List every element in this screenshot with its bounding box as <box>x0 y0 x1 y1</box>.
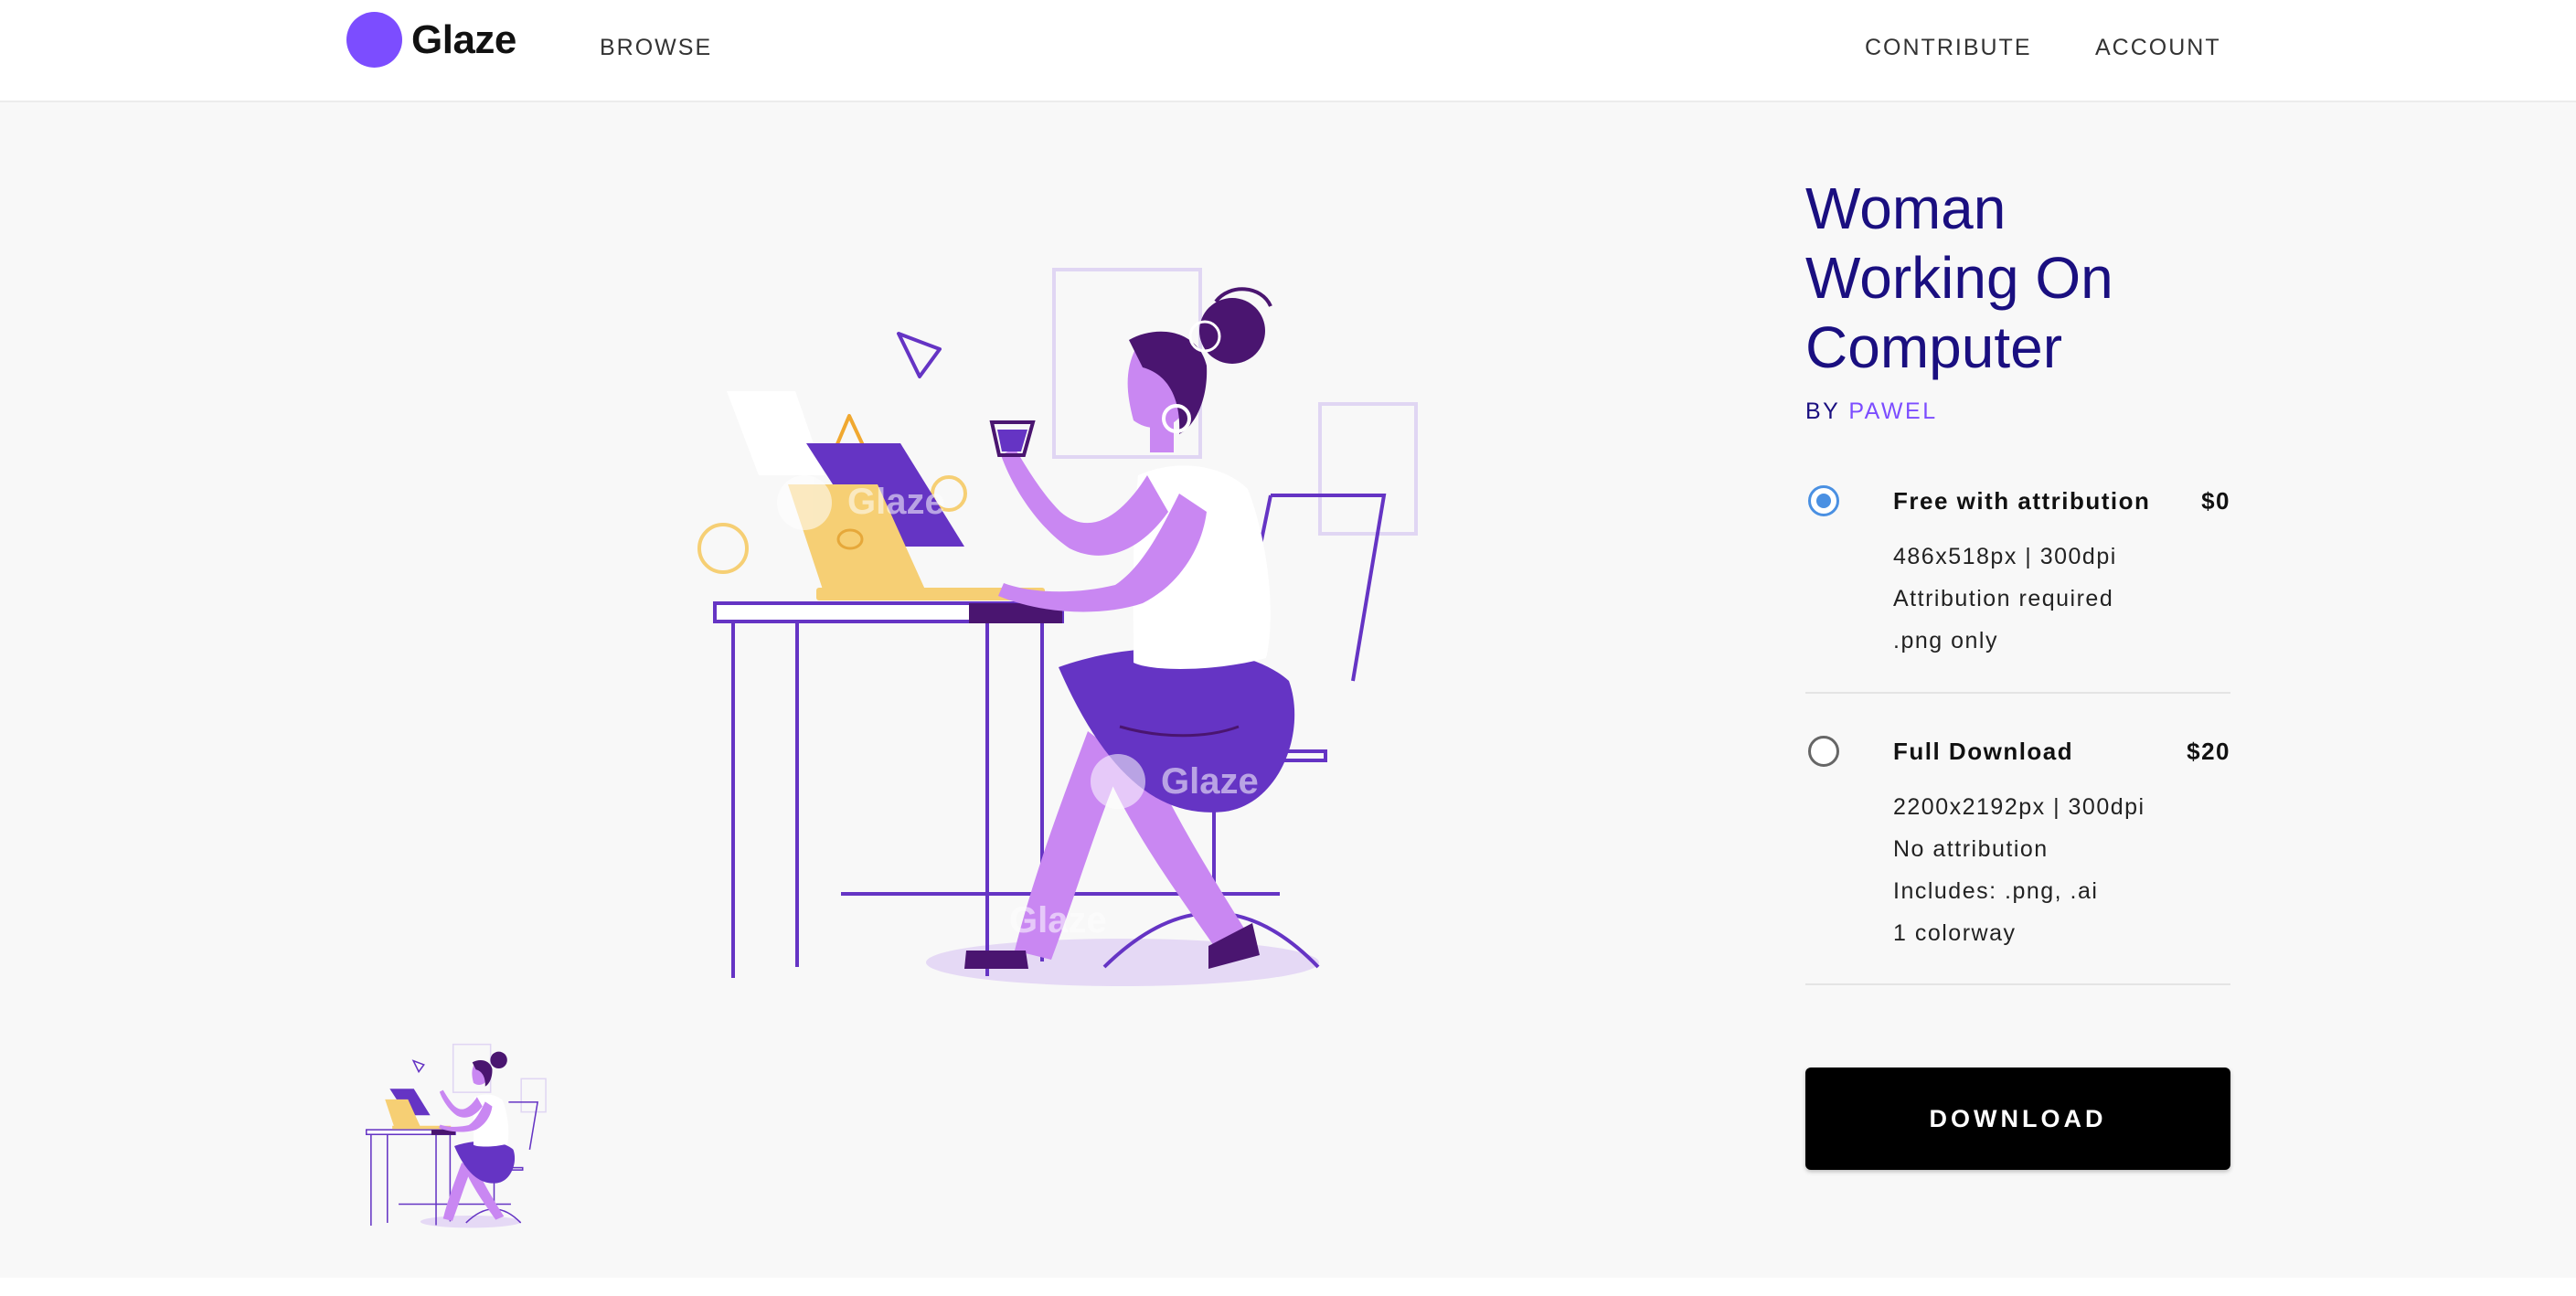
watermark-text: Glaze <box>847 482 945 522</box>
top-nav-bar: Glaze BROWSE CONTRIBUTE ACCOUNT <box>0 0 2576 102</box>
radio-button-selected[interactable] <box>1808 485 1839 516</box>
option-details: 486x518px | 300dpi Attribution required … <box>1893 536 2117 662</box>
option-detail: Attribution required <box>1893 586 2114 611</box>
radio-button[interactable] <box>1808 736 1839 767</box>
option-detail: .png only <box>1893 628 1998 653</box>
logo-text[interactable]: Glaze <box>411 15 516 66</box>
option-details: 2200x2192px | 300dpi No attribution Incl… <box>1893 786 2145 954</box>
thumbnail-image[interactable] <box>357 1037 553 1234</box>
by-label: BY <box>1805 398 1840 424</box>
product-title: Woman Working On Computer <box>1805 174 2317 382</box>
option-price: $20 <box>2187 738 2230 765</box>
nav-account[interactable]: ACCOUNT <box>2095 31 2221 64</box>
watermark-text: Glaze <box>1161 761 1259 802</box>
title-line: Woman <box>1805 175 2007 241</box>
option-detail: No attribution <box>1893 836 2049 862</box>
title-line: Computer <box>1805 314 2062 380</box>
title-line: Working On <box>1805 245 2113 311</box>
author-byline: BY PAWEL <box>1805 398 1938 425</box>
woman-figure <box>964 287 1295 969</box>
illustration-preview: Glaze Glaze Glaze <box>697 268 1418 986</box>
option-detail: Includes: .png, .ai <box>1893 878 2099 904</box>
option-free-with-attribution[interactable]: Free with attribution $0 486x518px | 300… <box>1805 485 2230 668</box>
download-button[interactable]: DOWNLOAD <box>1805 1068 2230 1170</box>
divider <box>1805 692 2230 694</box>
option-full-download[interactable]: Full Download $20 2200x2192px | 300dpi N… <box>1805 736 2230 960</box>
divider <box>1805 983 2230 985</box>
option-name: Full Download <box>1893 738 2074 765</box>
option-detail: 2200x2192px | 300dpi <box>1893 794 2145 820</box>
option-price: $0 <box>2201 487 2230 515</box>
footer-strip <box>0 1278 2576 1296</box>
logo-icon[interactable] <box>346 12 402 68</box>
nav-browse[interactable]: BROWSE <box>600 31 712 64</box>
nav-contribute[interactable]: CONTRIBUTE <box>1865 31 2032 64</box>
option-name: Free with attribution <box>1893 487 2151 515</box>
option-detail: 1 colorway <box>1893 920 2017 946</box>
author-link[interactable]: PAWEL <box>1848 398 1937 424</box>
watermark-text: Glaze <box>1009 900 1107 940</box>
option-detail: 486x518px | 300dpi <box>1893 544 2117 569</box>
